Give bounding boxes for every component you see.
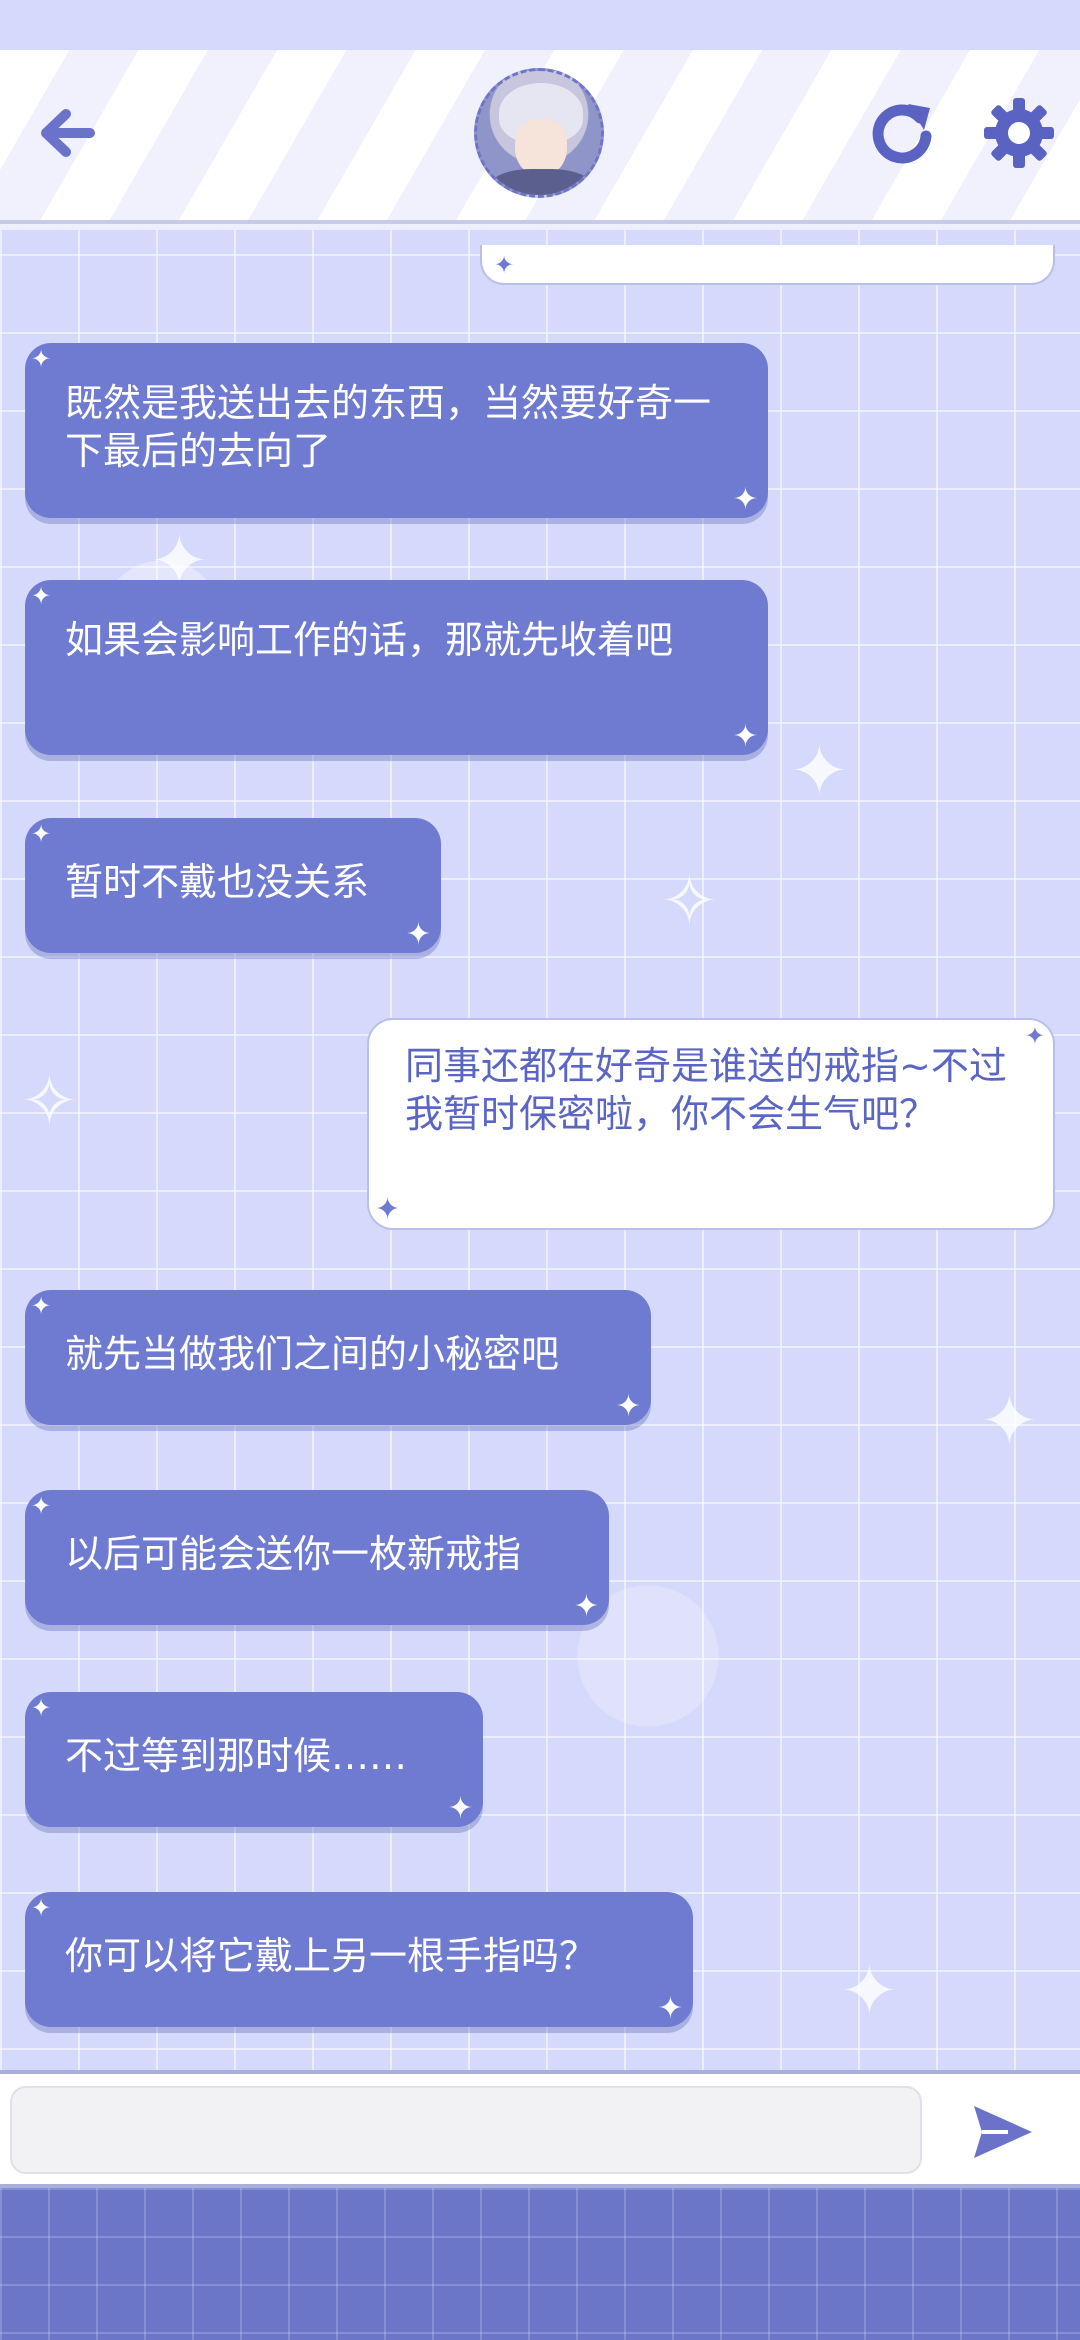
- message-bubble[interactable]: ✦ 如果会影响工作的话，那就先收着吧 ✦: [25, 580, 768, 755]
- message-text: 同事还都在好奇是谁送的戒指~不过我暂时保密啦，你不会生气吧？: [405, 1044, 1007, 1136]
- sparkle-icon: ✦: [31, 345, 52, 373]
- sparkle-icon: ✦: [494, 251, 515, 279]
- refresh-button[interactable]: [868, 96, 938, 166]
- message-text: 既然是我送出去的东西，当然要好奇一下最后的去向了: [65, 381, 712, 473]
- sparkle-icon: ✦: [732, 482, 758, 517]
- settings-button[interactable]: [982, 96, 1056, 170]
- sparkle-icon: ✦: [31, 820, 52, 848]
- sparkle-icon: ✦: [405, 917, 431, 952]
- sparkle-icon: ✦: [31, 1694, 52, 1722]
- message-text: 不过等到那时候……: [65, 1734, 408, 1778]
- message-input[interactable]: [10, 2086, 922, 2174]
- sparkle-decoration: ✦: [980, 1380, 1039, 1462]
- gear-icon: [984, 98, 1054, 168]
- status-strip: [0, 0, 1080, 50]
- sparkle-decoration: ✦: [840, 1950, 899, 2032]
- message-text: 以后可能会送你一枚新戒指: [65, 1532, 522, 1576]
- sparkle-icon: ✦: [447, 1791, 473, 1826]
- avatar-coat: [491, 169, 591, 195]
- message-bubble[interactable]: ✦ 你可以将它戴上另一根手指吗？ ✦: [25, 1892, 693, 2027]
- sparkle-icon: ✦: [732, 719, 758, 754]
- refresh-icon: [872, 104, 932, 164]
- sparkle-icon: ✦: [31, 1492, 52, 1520]
- message-input-bar: [0, 2070, 1080, 2188]
- message-text: 暂时不戴也没关系: [65, 860, 370, 904]
- sparkle-icon: ✦: [31, 582, 52, 610]
- send-icon: [974, 2106, 1032, 2158]
- message-bubble-partial: ✦: [480, 245, 1055, 285]
- message-bubble-outgoing[interactable]: ✦ 同事还都在好奇是谁送的戒指~不过我暂时保密啦，你不会生气吧？ ✦: [367, 1018, 1055, 1230]
- message-text: 就先当做我们之间的小秘密吧: [65, 1332, 560, 1376]
- sparkle-icon: ✦: [375, 1192, 401, 1227]
- sparkle-decoration: ✦: [790, 730, 849, 812]
- message-bubble[interactable]: ✦ 既然是我送出去的东西，当然要好奇一下最后的去向了 ✦: [25, 343, 768, 518]
- send-button[interactable]: [968, 2098, 1036, 2166]
- arrow-left-icon: [41, 109, 95, 157]
- avatar[interactable]: [474, 68, 604, 198]
- sparkle-icon: ✦: [1024, 1022, 1045, 1050]
- back-button[interactable]: [32, 98, 102, 168]
- sparkle-icon: ✦: [31, 1894, 52, 1922]
- sparkle-icon: ✦: [31, 1292, 52, 1320]
- message-text: 你可以将它戴上另一根手指吗？: [65, 1934, 598, 1978]
- message-bubble[interactable]: ✦ 以后可能会送你一枚新戒指 ✦: [25, 1490, 609, 1625]
- message-text: 如果会影响工作的话，那就先收着吧: [65, 618, 674, 662]
- message-bubble[interactable]: ✦ 不过等到那时候…… ✦: [25, 1692, 483, 1827]
- sparkle-icon: ✦: [615, 1389, 641, 1424]
- sparkle-icon: ✦: [657, 1991, 683, 2026]
- sparkle-decoration: ✧: [20, 1060, 79, 1142]
- message-bubble[interactable]: ✦ 暂时不戴也没关系 ✦: [25, 818, 441, 953]
- message-bubble[interactable]: ✦ 就先当做我们之间的小秘密吧 ✦: [25, 1290, 651, 1425]
- sparkle-decoration: ✧: [660, 860, 719, 942]
- bottom-panel: [0, 2188, 1080, 2340]
- sparkle-icon: ✦: [573, 1589, 599, 1624]
